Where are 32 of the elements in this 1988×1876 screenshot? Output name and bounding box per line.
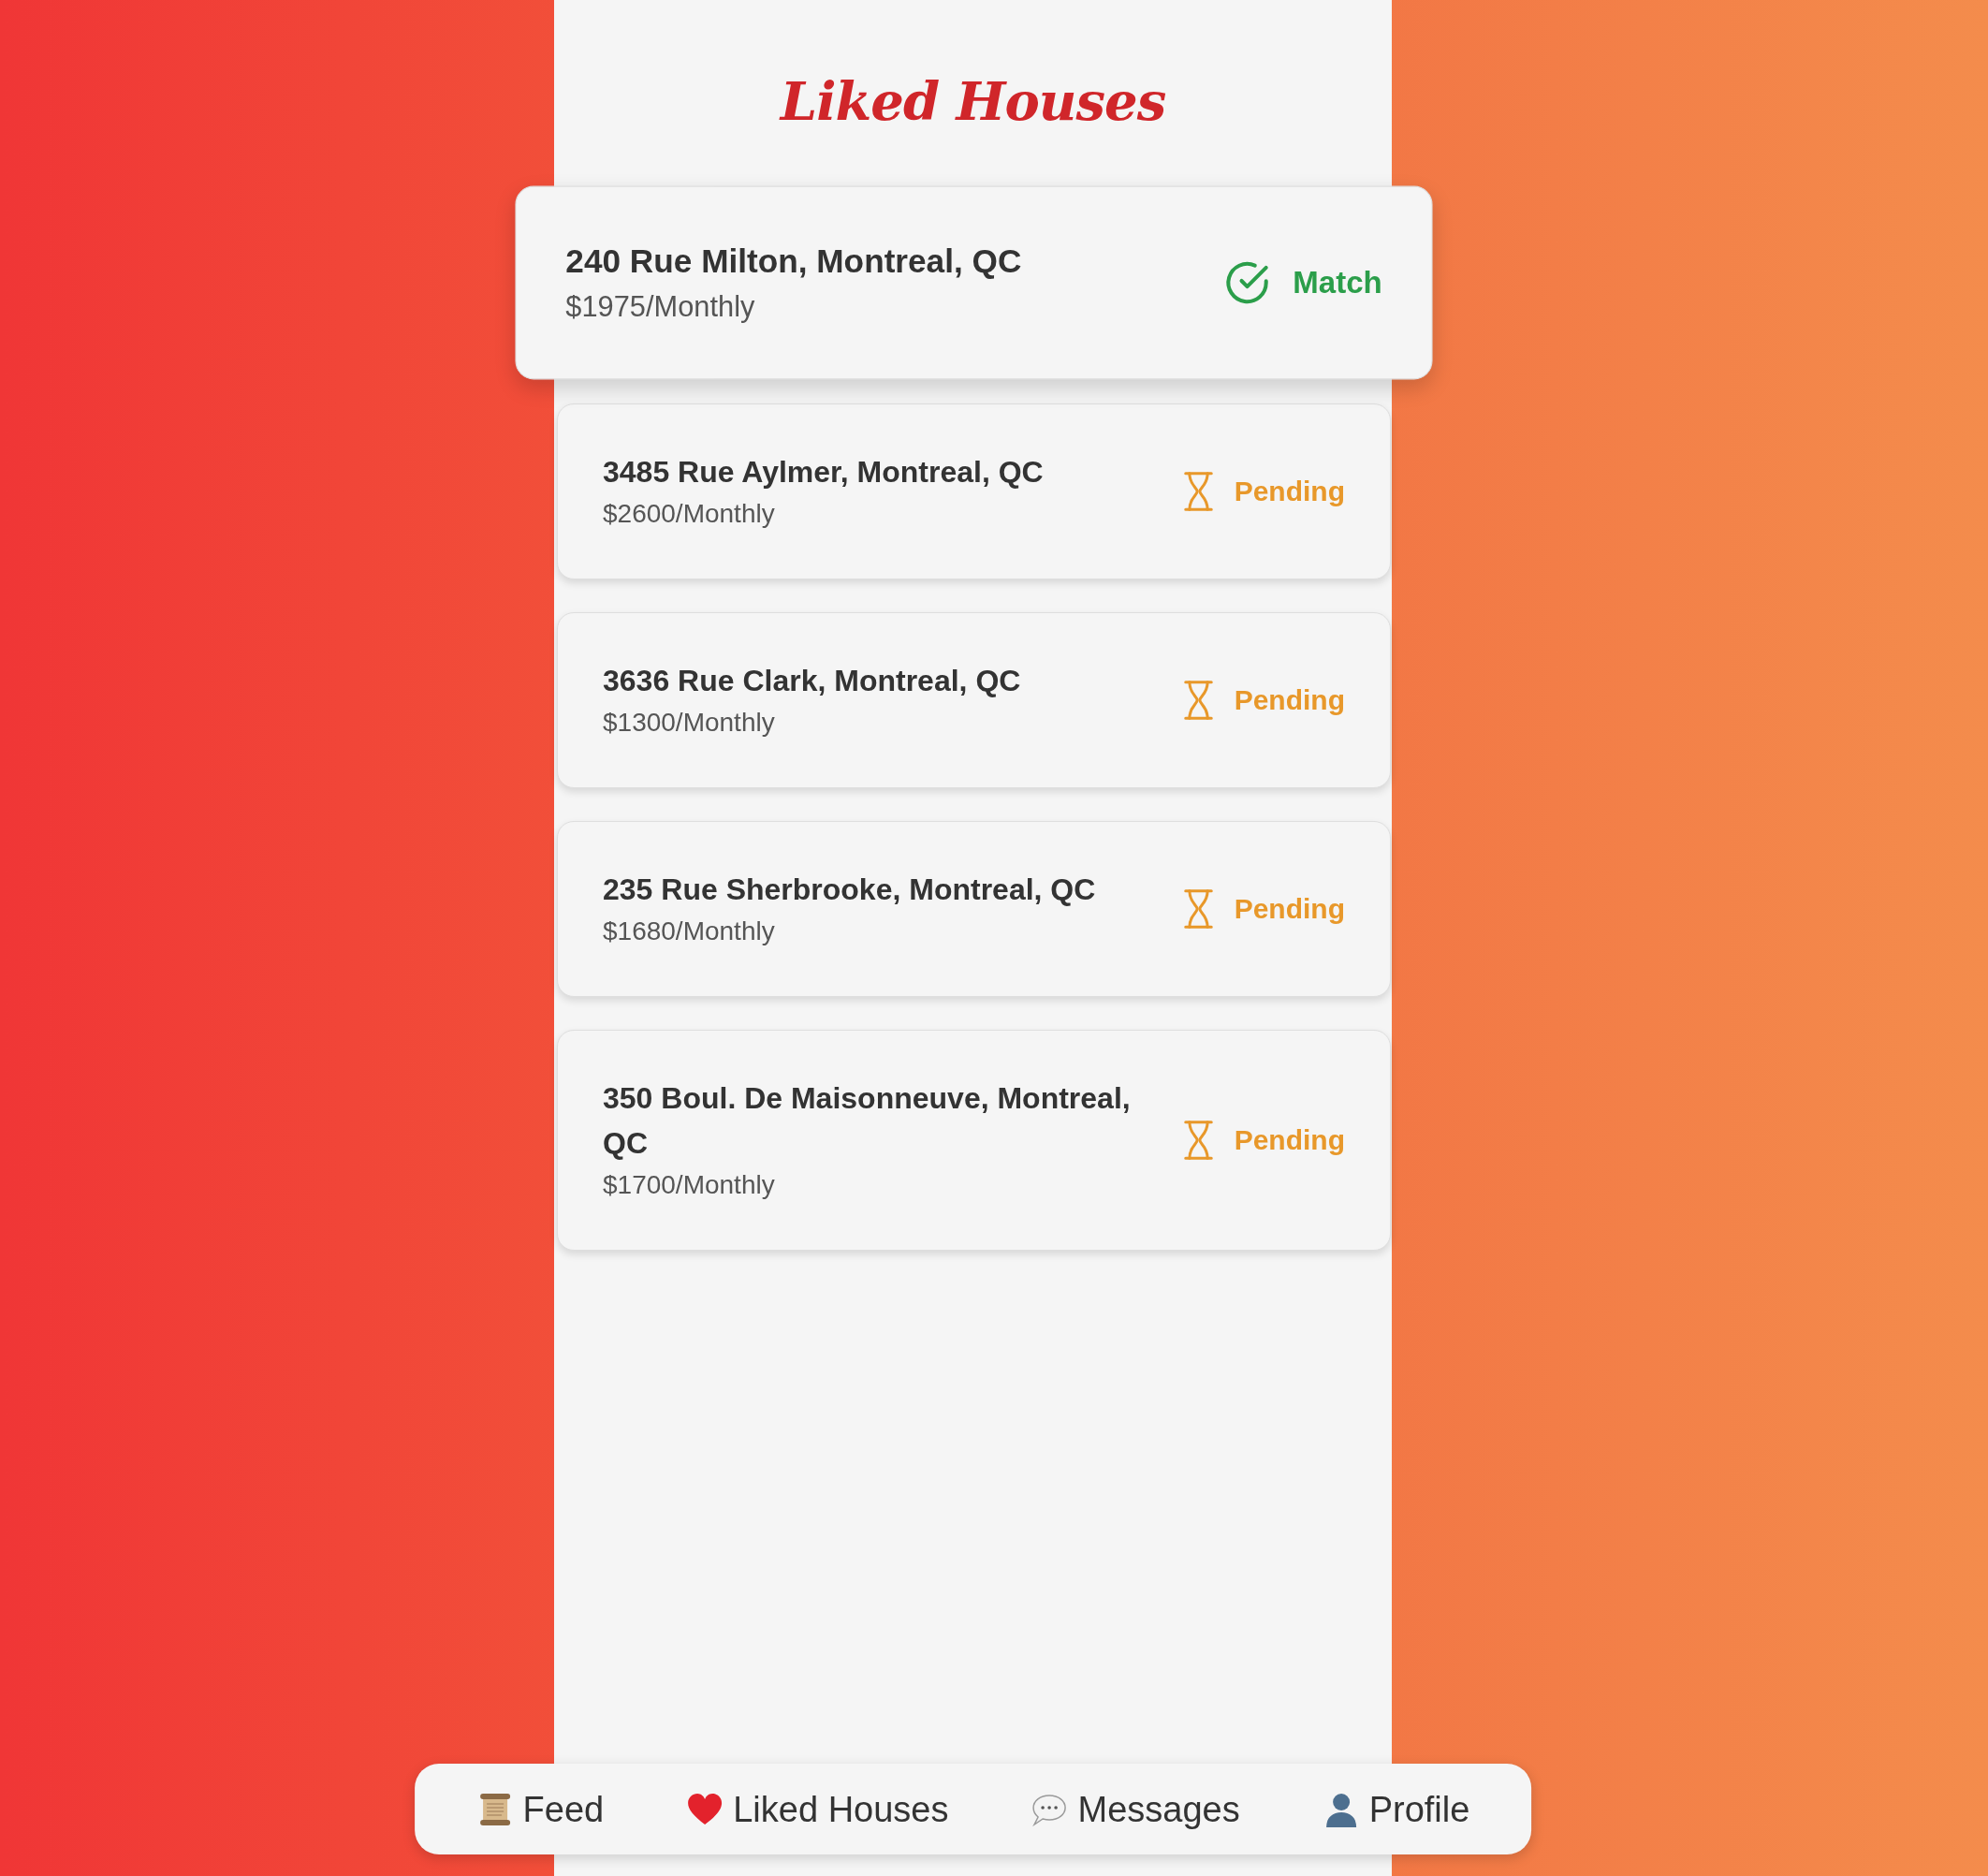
house-price: $1300/Monthly [603, 707, 776, 739]
house-price: $1975/Monthly [565, 289, 756, 325]
nav-item[interactable]: Liked Houses [686, 1787, 949, 1831]
status-label: Pending [1234, 683, 1345, 717]
speech-bubble-icon [1031, 1792, 1069, 1826]
house-card[interactable]: 350 Boul. De Maisonneuve, Montreal, QC $1700/Monthly Pending [557, 1030, 1391, 1251]
check-circle-icon [1224, 259, 1271, 306]
nav-item[interactable]: Profile [1322, 1787, 1470, 1831]
house-price: $2600/Monthly [603, 498, 776, 530]
nav-item[interactable]: Feed [475, 1787, 605, 1831]
hourglass-icon [1182, 471, 1214, 512]
house-card[interactable]: 3485 Rue Aylmer, Montreal, QC $2600/Monthly Pending [557, 403, 1391, 579]
hourglass-icon [1182, 888, 1214, 930]
house-card[interactable]: 3636 Rue Clark, Montreal, QC $1300/Monthly Pending [557, 612, 1391, 788]
house-address: 350 Boul. De Maisonneuve, Montreal, QC [603, 1080, 1132, 1162]
house-price: $1700/Monthly [603, 1169, 776, 1201]
hourglass-icon [1182, 680, 1214, 721]
house-address: 3636 Rue Clark, Montreal, QC [603, 663, 1022, 699]
hourglass-icon [1182, 1120, 1214, 1161]
status-label: Pending [1234, 475, 1345, 508]
house-address: 240 Rue Milton, Montreal, QC [565, 242, 1023, 282]
house-price: $1680/Monthly [603, 916, 776, 947]
heart-icon [686, 1792, 724, 1826]
page-title: Liked Houses [780, 70, 1166, 133]
house-card[interactable]: 235 Rue Sherbrooke, Montreal, QC $1680/Monthly Pending [557, 821, 1391, 997]
house-card[interactable]: 240 Rue Milton, Montreal, QC $1975/Monthly Match [515, 185, 1433, 380]
nav-item[interactable]: Messages [1031, 1787, 1240, 1831]
status-label: Match [1293, 264, 1382, 301]
house-address: 3485 Rue Aylmer, Montreal, QC [603, 454, 1045, 491]
status-label: Pending [1234, 892, 1345, 926]
status-label: Pending [1234, 1123, 1345, 1157]
house-address: 235 Rue Sherbrooke, Montreal, QC [603, 872, 1097, 908]
